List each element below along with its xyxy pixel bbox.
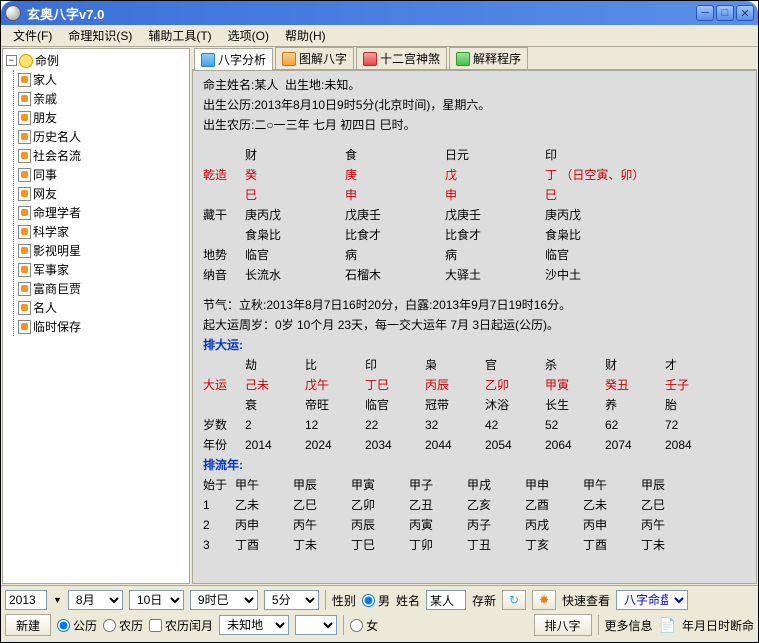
page-icon bbox=[18, 263, 31, 277]
male-radio[interactable] bbox=[362, 594, 375, 607]
quick-label: 快速查看 bbox=[562, 592, 610, 609]
minimize-button[interactable]: ─ bbox=[696, 5, 714, 21]
tab-shensha[interactable]: 十二宫神煞 bbox=[356, 47, 447, 69]
tree-item[interactable]: 网友 bbox=[18, 184, 187, 203]
close-button[interactable]: ✕ bbox=[736, 5, 754, 21]
page-icon bbox=[18, 206, 31, 220]
min-select[interactable]: 5分 bbox=[264, 590, 319, 610]
tree-root[interactable]: − 命例 bbox=[5, 51, 187, 70]
status-link[interactable]: 年月日时断命 bbox=[682, 617, 754, 634]
page-icon bbox=[18, 111, 31, 125]
analysis-view: 命主姓名:某人 出生地:未知。 出生公历:2013年8月10日9时5分(北京时间… bbox=[192, 70, 757, 584]
tree-item[interactable]: 家人 bbox=[18, 70, 187, 89]
tree-item[interactable]: 名人 bbox=[18, 298, 187, 317]
tree-item[interactable]: 同事 bbox=[18, 165, 187, 184]
menu-knowledge[interactable]: 命理知识(S) bbox=[60, 25, 140, 46]
new-button[interactable]: 新建 bbox=[5, 614, 51, 636]
lunar-radio[interactable] bbox=[103, 619, 116, 632]
tree-item-label: 朋友 bbox=[33, 109, 57, 126]
doc-icon bbox=[201, 53, 215, 67]
tree-item-label: 科学家 bbox=[33, 223, 69, 240]
page-icon bbox=[18, 225, 31, 239]
app-icon bbox=[5, 5, 21, 21]
female-radio[interactable] bbox=[350, 619, 363, 632]
leap-checkbox[interactable] bbox=[149, 619, 162, 632]
smiley-icon bbox=[19, 54, 33, 68]
menu-bar: 文件(F) 命理知识(S) 辅助工具(T) 选项(O) 帮助(H) bbox=[1, 25, 758, 47]
place-select[interactable]: 未知地 bbox=[219, 615, 289, 635]
tree-item-label: 社会名流 bbox=[33, 147, 81, 164]
page-icon bbox=[18, 301, 31, 315]
tree-item-label: 富商巨贾 bbox=[33, 280, 81, 297]
refresh-button[interactable]: ↻ bbox=[502, 590, 526, 610]
tree-item-label: 军事家 bbox=[33, 261, 69, 278]
more-label: 更多信息 bbox=[605, 617, 653, 634]
menu-options[interactable]: 选项(O) bbox=[220, 25, 277, 46]
page-icon bbox=[18, 92, 31, 106]
place2-select[interactable] bbox=[295, 615, 337, 635]
page-icon bbox=[18, 73, 31, 87]
name-label: 姓名 bbox=[396, 592, 420, 609]
page-icon bbox=[18, 320, 31, 334]
window-title: 玄奥八字v7.0 bbox=[27, 4, 696, 23]
tab-bazi-analysis[interactable]: 八字分析 bbox=[194, 48, 273, 70]
tree-item-label: 同事 bbox=[33, 166, 57, 183]
star-button[interactable]: ✸ bbox=[532, 590, 556, 610]
page-icon bbox=[18, 282, 31, 296]
year-input[interactable] bbox=[5, 590, 47, 610]
grid-icon bbox=[363, 52, 377, 66]
page-icon bbox=[18, 187, 31, 201]
tree-item[interactable]: 富商巨贾 bbox=[18, 279, 187, 298]
maximize-button[interactable]: □ bbox=[716, 5, 734, 21]
tree-item-label: 家人 bbox=[33, 71, 57, 88]
tree-item[interactable]: 科学家 bbox=[18, 222, 187, 241]
title-bar: 玄奥八字v7.0 ─ □ ✕ bbox=[1, 1, 758, 25]
page-icon bbox=[18, 244, 31, 258]
quick-select[interactable]: 八字命盘 bbox=[616, 590, 688, 610]
tree-item-label: 影视明星 bbox=[33, 242, 81, 259]
tree-item[interactable]: 命理学者 bbox=[18, 203, 187, 222]
bottom-panel: ▼ 8月 10日 9时巳 5分 性别 男 姓名 存新 ↻ ✸ 快速查看 八字命盘… bbox=[1, 585, 758, 642]
tree-item[interactable]: 历史名人 bbox=[18, 127, 187, 146]
hour-select[interactable]: 9时巳 bbox=[190, 590, 258, 610]
tree-item-label: 网友 bbox=[33, 185, 57, 202]
tree-item-label: 临时保存 bbox=[33, 318, 81, 335]
gender-label: 性别 bbox=[332, 592, 356, 609]
month-select[interactable]: 8月 bbox=[68, 590, 123, 610]
page-icon bbox=[18, 168, 31, 182]
gear-icon bbox=[456, 52, 470, 66]
name-input[interactable] bbox=[426, 590, 466, 610]
menu-file[interactable]: 文件(F) bbox=[5, 25, 60, 46]
page-icon bbox=[18, 130, 31, 144]
menu-tools[interactable]: 辅助工具(T) bbox=[140, 25, 219, 46]
tree-item[interactable]: 临时保存 bbox=[18, 317, 187, 336]
menu-help[interactable]: 帮助(H) bbox=[277, 25, 334, 46]
tree-item[interactable]: 影视明星 bbox=[18, 241, 187, 260]
tree-item-label: 命理学者 bbox=[33, 204, 81, 221]
chart-icon bbox=[282, 52, 296, 66]
tab-explain[interactable]: 解释程序 bbox=[449, 47, 528, 69]
tab-bar: 八字分析 图解八字 十二宫神煞 解释程序 bbox=[192, 48, 757, 70]
tree-item-label: 亲戚 bbox=[33, 90, 57, 107]
tree-item-label: 历史名人 bbox=[33, 128, 81, 145]
tree-item-label: 名人 bbox=[33, 299, 57, 316]
tree-item[interactable]: 朋友 bbox=[18, 108, 187, 127]
pai-button[interactable]: 排八字 bbox=[534, 614, 592, 636]
tree-root-label: 命例 bbox=[35, 52, 59, 69]
collapse-icon[interactable]: − bbox=[6, 55, 17, 66]
save-new-label: 存新 bbox=[472, 592, 496, 609]
tree-item[interactable]: 社会名流 bbox=[18, 146, 187, 165]
day-select[interactable]: 10日 bbox=[129, 590, 184, 610]
tab-graphic[interactable]: 图解八字 bbox=[275, 47, 354, 69]
page-icon bbox=[18, 149, 31, 163]
tree-panel: − 命例 家人亲戚朋友历史名人社会名流同事网友命理学者科学家影视明星军事家富商巨… bbox=[2, 48, 190, 584]
tree-item[interactable]: 亲戚 bbox=[18, 89, 187, 108]
tree-item[interactable]: 军事家 bbox=[18, 260, 187, 279]
solar-radio[interactable] bbox=[57, 619, 70, 632]
